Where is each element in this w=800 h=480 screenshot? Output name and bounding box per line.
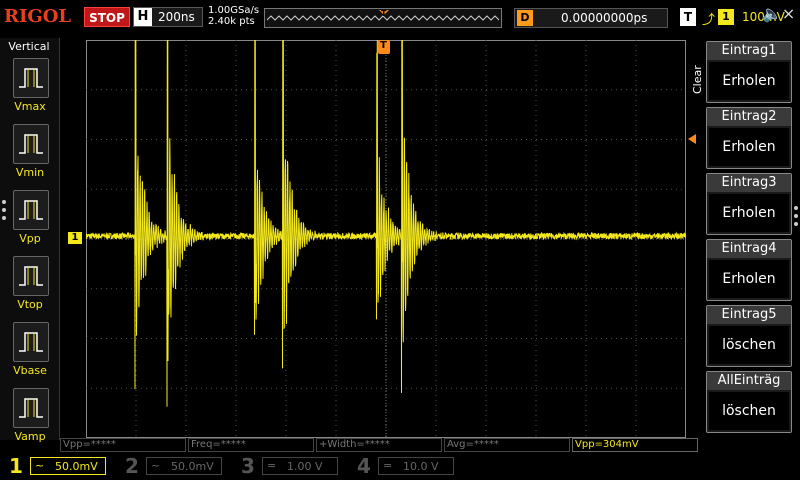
- acquisition-info: 1.00GSa/s 2.40k pts: [208, 5, 259, 27]
- measurement-results-bar: Vpp=***** Freq=***** +Width=***** Avg=*****…: [60, 438, 700, 452]
- softkey-title: Eintrag3: [707, 174, 791, 192]
- softkey-value: Erholen: [709, 62, 789, 100]
- delay-value: 0.00000000ps: [561, 11, 648, 25]
- trigger-source: 1: [718, 9, 734, 25]
- measure-vmax-button[interactable]: [13, 58, 49, 98]
- measure-label: Vmax: [14, 100, 46, 113]
- softkey-value: löschen: [709, 392, 789, 430]
- pulse-icon: [19, 134, 43, 154]
- softkey-5[interactable]: Eintrag5 löschen: [706, 305, 792, 367]
- softkey-title: Eintrag4: [707, 240, 791, 258]
- coupling-icon: ~: [35, 459, 45, 472]
- timebase-label: H: [134, 8, 152, 26]
- run-stop-indicator[interactable]: STOP: [84, 7, 130, 27]
- channel-2-setting[interactable]: 2 ~50.0mV: [120, 454, 230, 478]
- brand-logo: RIGOL: [4, 6, 72, 27]
- channel-number: 3: [241, 454, 255, 478]
- trigger-position-icon[interactable]: T: [378, 40, 390, 54]
- softkey-4[interactable]: Eintrag4 Erholen: [706, 239, 792, 301]
- channel-1-setting[interactable]: 1 ~50.0mV: [4, 454, 114, 478]
- panel-title: Vertical: [8, 40, 50, 53]
- measure-label: Vmin: [15, 166, 45, 179]
- rising-edge-icon: ⤴: [702, 13, 716, 28]
- measure-vbase-button[interactable]: [13, 322, 49, 362]
- memory-trigger-marker: T: [381, 9, 387, 18]
- channel-scale: 10.0 V: [403, 460, 439, 473]
- pulse-icon: [19, 200, 43, 220]
- pulse-icon: [19, 266, 43, 286]
- channel-bar: 1 ~50.0mV 2 ~50.0mV 3 = 1.00 V 4 = 10.0 V: [0, 452, 800, 480]
- right-scroll-dots-icon[interactable]: [794, 206, 798, 230]
- waveform-display[interactable]: [86, 40, 686, 438]
- pulse-icon: [19, 68, 43, 88]
- pulse-icon: [19, 398, 43, 418]
- measurement-result: +Width=*****: [316, 438, 442, 452]
- coupling-icon: ~: [151, 459, 161, 472]
- measure-vpp-button[interactable]: [13, 190, 49, 230]
- softkey-title: Eintrag1: [707, 42, 791, 60]
- channel-scale: 50.0mV: [171, 460, 214, 473]
- softkey-6[interactable]: AllEinträg löschen: [706, 371, 792, 433]
- softkey-value: löschen: [709, 326, 789, 364]
- coupling-icon: =: [383, 459, 393, 472]
- trigger-level-icon[interactable]: [688, 134, 696, 144]
- left-scroll-dots-icon[interactable]: [2, 200, 6, 224]
- channel-number: 4: [357, 454, 371, 478]
- clear-label: Clear: [691, 65, 704, 94]
- channel-4-setting[interactable]: 4 = 10.0 V: [352, 454, 462, 478]
- measure-label: Vpp: [19, 232, 41, 245]
- channel-number: 2: [125, 454, 139, 478]
- memory-ruler: T: [264, 8, 502, 28]
- softkey-2[interactable]: Eintrag2 Erholen: [706, 107, 792, 169]
- scope-grid: [86, 40, 686, 438]
- coupling-icon: =: [267, 459, 277, 472]
- softkey-1[interactable]: Eintrag1 Erholen: [706, 41, 792, 103]
- measure-vmin-button[interactable]: [13, 124, 49, 164]
- softkey-value: Erholen: [709, 128, 789, 166]
- softkey-title: Eintrag5: [707, 306, 791, 324]
- pulse-icon: [19, 332, 43, 352]
- trigger-label: T: [680, 8, 696, 26]
- softkey-value: Erholen: [709, 260, 789, 298]
- channel-scale: 50.0mV: [55, 460, 98, 473]
- channel-number: 1: [9, 454, 23, 478]
- channel-3-setting[interactable]: 3 = 1.00 V: [236, 454, 346, 478]
- measurement-result: Freq=*****: [188, 438, 314, 452]
- horizontal-timebase[interactable]: H 200ns: [133, 7, 203, 27]
- measure-vtop-button[interactable]: [13, 256, 49, 296]
- speaker-mute-icon[interactable]: 🔈×: [762, 4, 795, 23]
- measurement-result: Avg=*****: [444, 438, 570, 452]
- delay-setting[interactable]: D 0.00000000ps: [514, 8, 668, 28]
- ch1-ground-marker[interactable]: 1: [68, 232, 82, 244]
- softkey-title: Eintrag2: [707, 108, 791, 126]
- softkey-3[interactable]: Eintrag3 Erholen: [706, 173, 792, 235]
- softkey-title: AllEinträg: [707, 372, 791, 390]
- timebase-value: 200ns: [158, 10, 195, 24]
- measure-label: Vtop: [17, 298, 43, 311]
- softkey-value: Erholen: [709, 194, 789, 232]
- measurement-result: Vpp=*****: [60, 438, 186, 452]
- memory-depth: 2.40k pts: [208, 16, 255, 27]
- delay-label: D: [517, 10, 533, 26]
- channel-scale: 1.00 V: [287, 460, 323, 473]
- measure-label: Vbase: [13, 364, 47, 377]
- measurement-result: Vpp=304mV: [572, 438, 698, 452]
- measure-vamp-button[interactable]: [13, 388, 49, 428]
- top-status-bar: RIGOL STOP H 200ns 1.00GSa/s 2.40k pts T…: [0, 0, 800, 38]
- sample-rate: 1.00GSa/s: [208, 5, 260, 16]
- measure-label: Vamp: [14, 430, 46, 443]
